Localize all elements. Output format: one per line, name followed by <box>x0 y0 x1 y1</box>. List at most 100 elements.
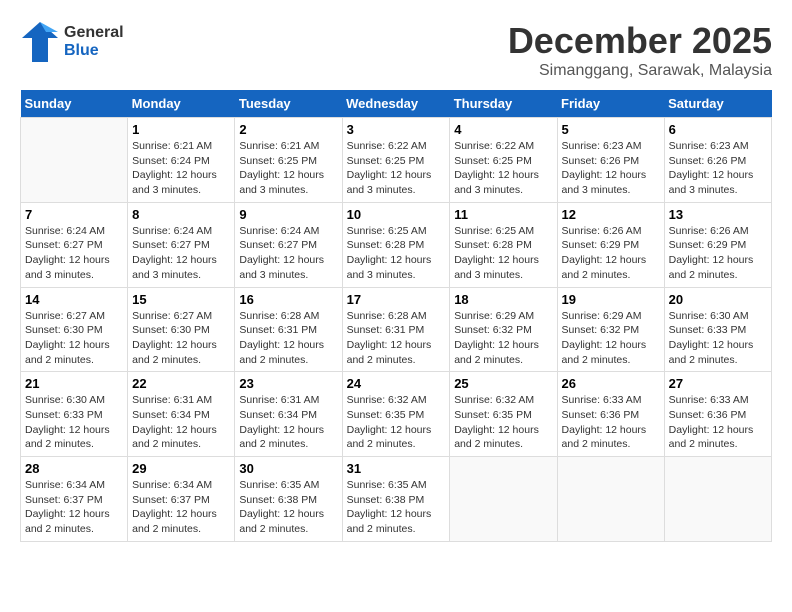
day-header-wednesday: Wednesday <box>342 90 450 118</box>
day-info: Sunrise: 6:33 AM Sunset: 6:36 PM Dayligh… <box>669 393 767 452</box>
day-header-saturday: Saturday <box>664 90 771 118</box>
logo-bird-icon <box>20 20 60 64</box>
calendar-cell: 3 Sunrise: 6:22 AM Sunset: 6:25 PM Daylig… <box>342 118 450 203</box>
calendar-week-row: 1 Sunrise: 6:21 AM Sunset: 6:24 PM Daylig… <box>21 118 772 203</box>
calendar-cell <box>450 457 557 542</box>
day-info: Sunrise: 6:29 AM Sunset: 6:32 PM Dayligh… <box>562 309 660 368</box>
day-number: 27 <box>669 376 767 391</box>
day-number: 14 <box>25 292 123 307</box>
calendar-cell: 9 Sunrise: 6:24 AM Sunset: 6:27 PM Daylig… <box>235 202 342 287</box>
calendar-cell <box>557 457 664 542</box>
day-number: 18 <box>454 292 552 307</box>
calendar-cell: 7 Sunrise: 6:24 AM Sunset: 6:27 PM Daylig… <box>21 202 128 287</box>
day-info: Sunrise: 6:28 AM Sunset: 6:31 PM Dayligh… <box>347 309 446 368</box>
day-number: 8 <box>132 207 230 222</box>
calendar-cell: 29 Sunrise: 6:34 AM Sunset: 6:37 PM Dayli… <box>128 457 235 542</box>
day-info: Sunrise: 6:27 AM Sunset: 6:30 PM Dayligh… <box>25 309 123 368</box>
day-header-tuesday: Tuesday <box>235 90 342 118</box>
calendar-cell: 11Sunrise: 6:25 AM Sunset: 6:28 PM Dayli… <box>450 202 557 287</box>
day-info: Sunrise: 6:31 AM Sunset: 6:34 PM Dayligh… <box>239 393 337 452</box>
day-number: 9 <box>239 207 337 222</box>
location-title: Simanggang, Sarawak, Malaysia <box>508 62 772 80</box>
calendar-week-row: 14 Sunrise: 6:27 AM Sunset: 6:30 PM Dayli… <box>21 287 772 372</box>
day-info: Sunrise: 6:24 AM Sunset: 6:27 PM Dayligh… <box>239 224 337 283</box>
day-info: Sunrise: 6:30 AM Sunset: 6:33 PM Dayligh… <box>25 393 123 452</box>
day-header-friday: Friday <box>557 90 664 118</box>
day-number: 25 <box>454 376 552 391</box>
calendar-cell: 31Sunrise: 6:35 AM Sunset: 6:38 PM Dayli… <box>342 457 450 542</box>
day-number: 29 <box>132 461 230 476</box>
day-info: Sunrise: 6:26 AM Sunset: 6:29 PM Dayligh… <box>562 224 660 283</box>
day-number: 6 <box>669 122 767 137</box>
calendar-cell: 30Sunrise: 6:35 AM Sunset: 6:38 PM Dayli… <box>235 457 342 542</box>
day-info: Sunrise: 6:24 AM Sunset: 6:27 PM Dayligh… <box>25 224 123 283</box>
day-number: 12 <box>562 207 660 222</box>
day-info: Sunrise: 6:22 AM Sunset: 6:25 PM Dayligh… <box>347 139 446 198</box>
day-info: Sunrise: 6:24 AM Sunset: 6:27 PM Dayligh… <box>132 224 230 283</box>
day-info: Sunrise: 6:23 AM Sunset: 6:26 PM Dayligh… <box>669 139 767 198</box>
day-number: 28 <box>25 461 123 476</box>
logo: General Blue <box>20 20 124 64</box>
day-info: Sunrise: 6:32 AM Sunset: 6:35 PM Dayligh… <box>454 393 552 452</box>
day-number: 13 <box>669 207 767 222</box>
calendar-cell: 23 Sunrise: 6:31 AM Sunset: 6:34 PM Dayli… <box>235 372 342 457</box>
calendar-cell: 18 Sunrise: 6:29 AM Sunset: 6:32 PM Dayli… <box>450 287 557 372</box>
logo-blue-text: Blue <box>64 42 124 60</box>
day-info: Sunrise: 6:32 AM Sunset: 6:35 PM Dayligh… <box>347 393 446 452</box>
calendar-cell: 12 Sunrise: 6:26 AM Sunset: 6:29 PM Dayli… <box>557 202 664 287</box>
day-info: Sunrise: 6:31 AM Sunset: 6:34 PM Dayligh… <box>132 393 230 452</box>
calendar-cell: 5Sunrise: 6:23 AM Sunset: 6:26 PM Daylig… <box>557 118 664 203</box>
calendar-cell: 15Sunrise: 6:27 AM Sunset: 6:30 PM Dayli… <box>128 287 235 372</box>
day-info: Sunrise: 6:26 AM Sunset: 6:29 PM Dayligh… <box>669 224 767 283</box>
logo-text: General Blue <box>64 24 124 59</box>
calendar-cell: 20Sunrise: 6:30 AM Sunset: 6:33 PM Dayli… <box>664 287 771 372</box>
logo-general-text: General <box>64 24 124 42</box>
calendar-week-row: 7 Sunrise: 6:24 AM Sunset: 6:27 PM Daylig… <box>21 202 772 287</box>
day-header-monday: Monday <box>128 90 235 118</box>
day-number: 16 <box>239 292 337 307</box>
calendar-cell: 16 Sunrise: 6:28 AM Sunset: 6:31 PM Dayli… <box>235 287 342 372</box>
day-info: Sunrise: 6:33 AM Sunset: 6:36 PM Dayligh… <box>562 393 660 452</box>
day-info: Sunrise: 6:21 AM Sunset: 6:25 PM Dayligh… <box>239 139 337 198</box>
calendar-week-row: 21 Sunrise: 6:30 AM Sunset: 6:33 PM Dayli… <box>21 372 772 457</box>
day-info: Sunrise: 6:34 AM Sunset: 6:37 PM Dayligh… <box>132 478 230 537</box>
day-number: 17 <box>347 292 446 307</box>
day-info: Sunrise: 6:21 AM Sunset: 6:24 PM Dayligh… <box>132 139 230 198</box>
day-info: Sunrise: 6:28 AM Sunset: 6:31 PM Dayligh… <box>239 309 337 368</box>
day-info: Sunrise: 6:25 AM Sunset: 6:28 PM Dayligh… <box>347 224 446 283</box>
day-header-sunday: Sunday <box>21 90 128 118</box>
day-number: 2 <box>239 122 337 137</box>
day-number: 5 <box>562 122 660 137</box>
calendar-cell: 14 Sunrise: 6:27 AM Sunset: 6:30 PM Dayli… <box>21 287 128 372</box>
calendar-header-row: SundayMondayTuesdayWednesdayThursdayFrid… <box>21 90 772 118</box>
calendar-cell: 22Sunrise: 6:31 AM Sunset: 6:34 PM Dayli… <box>128 372 235 457</box>
calendar-cell: 8 Sunrise: 6:24 AM Sunset: 6:27 PM Daylig… <box>128 202 235 287</box>
calendar-cell: 2 Sunrise: 6:21 AM Sunset: 6:25 PM Daylig… <box>235 118 342 203</box>
calendar-cell: 24 Sunrise: 6:32 AM Sunset: 6:35 PM Dayli… <box>342 372 450 457</box>
calendar-cell: 19 Sunrise: 6:29 AM Sunset: 6:32 PM Dayli… <box>557 287 664 372</box>
calendar-cell: 21 Sunrise: 6:30 AM Sunset: 6:33 PM Dayli… <box>21 372 128 457</box>
calendar-cell: 1 Sunrise: 6:21 AM Sunset: 6:24 PM Daylig… <box>128 118 235 203</box>
day-info: Sunrise: 6:34 AM Sunset: 6:37 PM Dayligh… <box>25 478 123 537</box>
day-number: 4 <box>454 122 552 137</box>
day-number: 1 <box>132 122 230 137</box>
day-number: 23 <box>239 376 337 391</box>
calendar-cell: 25 Sunrise: 6:32 AM Sunset: 6:35 PM Dayli… <box>450 372 557 457</box>
day-number: 19 <box>562 292 660 307</box>
day-info: Sunrise: 6:29 AM Sunset: 6:32 PM Dayligh… <box>454 309 552 368</box>
calendar-cell <box>21 118 128 203</box>
page-header: General Blue December 2025 Simanggang, S… <box>20 20 772 80</box>
day-info: Sunrise: 6:25 AM Sunset: 6:28 PM Dayligh… <box>454 224 552 283</box>
day-number: 7 <box>25 207 123 222</box>
day-number: 24 <box>347 376 446 391</box>
day-number: 21 <box>25 376 123 391</box>
day-number: 3 <box>347 122 446 137</box>
day-info: Sunrise: 6:35 AM Sunset: 6:38 PM Dayligh… <box>239 478 337 537</box>
day-header-thursday: Thursday <box>450 90 557 118</box>
calendar-week-row: 28 Sunrise: 6:34 AM Sunset: 6:37 PM Dayli… <box>21 457 772 542</box>
day-info: Sunrise: 6:30 AM Sunset: 6:33 PM Dayligh… <box>669 309 767 368</box>
calendar-cell: 4Sunrise: 6:22 AM Sunset: 6:25 PM Daylig… <box>450 118 557 203</box>
calendar-table: SundayMondayTuesdayWednesdayThursdayFrid… <box>20 90 772 542</box>
calendar-cell: 17 Sunrise: 6:28 AM Sunset: 6:31 PM Dayli… <box>342 287 450 372</box>
month-title: December 2025 <box>508 20 772 62</box>
